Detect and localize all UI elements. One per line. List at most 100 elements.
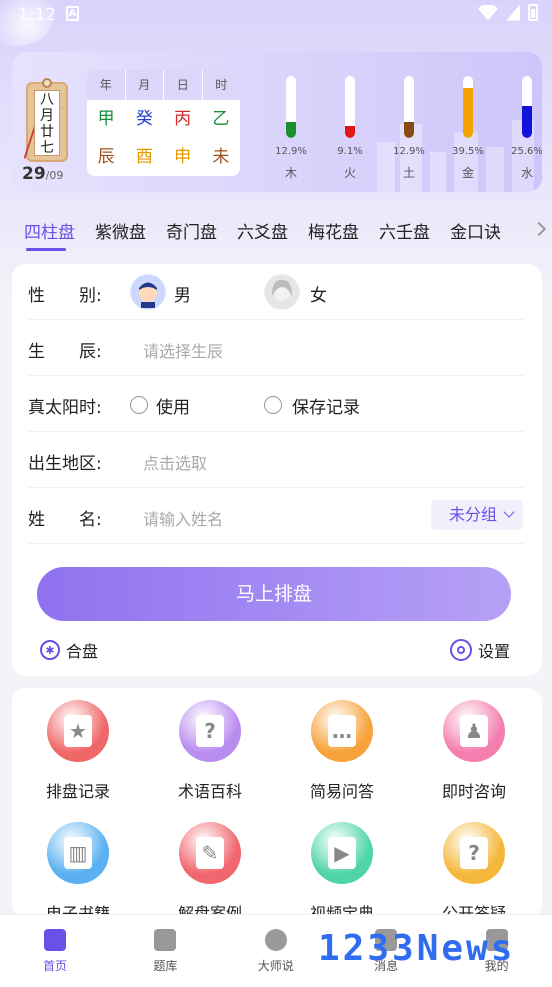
tab-0[interactable]: 四柱盘 — [24, 218, 75, 252]
bazi-header-0: 年 — [87, 70, 126, 100]
feature-grid: ★ 排盘记录? 术语百科 … 简易问答 ♟ 即时咨询 ▥ 电子书籍 ✎ 解盘案例 ▶ 视频宝典? 公开答疑 — [12, 688, 542, 918]
hepan-label: 合盘 — [66, 642, 99, 661]
group-dropdown[interactable]: 未分组 — [431, 500, 523, 530]
feature-item-4[interactable]: ▥ 电子书籍 — [12, 810, 144, 918]
feature-icon: ▥ — [47, 822, 109, 884]
gear-icon — [449, 639, 472, 661]
birth-place-row[interactable]: 出生地区: 点击选取 — [28, 432, 524, 488]
element-percent: 9.1% — [337, 146, 363, 157]
tab-2[interactable]: 奇门盘 — [166, 218, 217, 252]
tab-3[interactable]: 六爻盘 — [237, 218, 288, 252]
feature-glyph: ? — [460, 837, 488, 869]
battery-icon — [528, 4, 538, 21]
feature-item-1[interactable]: ? 术语百科 — [144, 688, 276, 802]
tab-1[interactable]: 紫微盘 — [95, 218, 146, 252]
element-name: 金 — [461, 166, 474, 180]
tab-5[interactable]: 六壬盘 — [379, 218, 430, 252]
feature-glyph: ★ — [64, 715, 92, 747]
birth-info-form: 性 别: 男 女 生 辰: 请选择生辰 真太阳时: 使用 保存记录 出生地区: … — [12, 264, 542, 676]
settings-button[interactable]: 设置 — [449, 638, 510, 662]
birth-place-input[interactable]: 点击选取 — [143, 450, 207, 474]
lunar-date-tag: 八月廿七 — [23, 78, 69, 167]
feature-item-3[interactable]: ♟ 即时咨询 — [408, 688, 540, 802]
tab-6[interactable]: 金口诀 — [450, 218, 501, 252]
feature-item-2[interactable]: … 简易问答 — [276, 688, 408, 802]
feature-item-5[interactable]: ✎ 解盘案例 — [144, 810, 276, 918]
birth-time-input[interactable]: 请选择生辰 — [143, 338, 223, 362]
element-tube — [286, 76, 296, 138]
feature-label: 术语百科 — [177, 782, 242, 801]
hepan-icon: ✱ — [40, 640, 60, 660]
element-name: 火 — [343, 166, 356, 180]
birth-place-label: 出生地区: — [28, 454, 102, 474]
home-icon — [44, 929, 66, 951]
settings-label: 设置 — [477, 642, 510, 661]
feature-glyph: ♟ — [460, 715, 488, 747]
feature-label: 简易问答 — [309, 782, 374, 801]
feature-item-7[interactable]: ? 公开答疑 — [408, 810, 540, 918]
feature-glyph: ? — [196, 715, 224, 747]
element-name: 水 — [520, 166, 533, 180]
feature-icon: ★ — [47, 700, 109, 762]
feature-item-0[interactable]: ★ 排盘记录 — [12, 688, 144, 802]
element-name: 木 — [284, 166, 297, 180]
save-record-label[interactable]: 保存记录 — [292, 393, 360, 418]
notification-icon: A — [66, 6, 79, 21]
nav-item-1[interactable]: 题库 — [110, 925, 220, 974]
save-record-radio[interactable] — [264, 396, 282, 414]
bazi-branch-row: 辰酉 申未 — [87, 138, 240, 176]
nav-item-0[interactable]: 首页 — [0, 925, 110, 974]
watermark: 1233News — [318, 928, 516, 969]
element-fill — [345, 126, 355, 138]
signal-icon — [506, 4, 520, 21]
element-percent: 12.9% — [393, 146, 425, 157]
bazi-stem-2: 丙 — [174, 109, 192, 129]
feature-icon: ▶ — [311, 822, 373, 884]
male-avatar-icon[interactable] — [130, 274, 166, 310]
nav-label: 题库 — [153, 959, 178, 973]
solar-date: 29/09 — [22, 164, 63, 184]
feature-label: 即时咨询 — [441, 782, 506, 801]
male-option[interactable]: 男 — [174, 281, 191, 306]
start-chart-button[interactable]: 马上排盘 — [37, 567, 511, 621]
feature-glyph: ✎ — [196, 837, 224, 869]
bazi-header-1: 月 — [126, 70, 164, 100]
solar-time-label: 真太阳时: — [28, 398, 102, 418]
feature-glyph: ▶ — [328, 837, 356, 869]
birth-time-label: 生 辰: — [28, 342, 102, 362]
feature-icon: ? — [179, 700, 241, 762]
name-label: 姓 名: — [28, 510, 102, 530]
element-percent: 25.6% — [511, 146, 542, 157]
nav-item-2[interactable]: 大师说 — [221, 925, 331, 974]
five-elements-chart: 12.9% 木 9.1% 火 12.9% 土 39.5% 金 25.6% 水 — [260, 74, 542, 186]
tag-hole — [42, 78, 52, 88]
element-fill — [522, 106, 532, 138]
bazi-stem-row: 甲癸 丙乙 — [87, 100, 240, 138]
status-bar: 1:12 A — [0, 0, 552, 30]
feature-glyph: … — [328, 715, 356, 747]
female-avatar-icon[interactable] — [264, 274, 300, 310]
use-label[interactable]: 使用 — [156, 393, 190, 418]
bazi-stem-1: 癸 — [135, 109, 153, 129]
feature-icon: ? — [443, 822, 505, 884]
female-option[interactable]: 女 — [310, 281, 327, 306]
feature-label: 排盘记录 — [45, 782, 110, 801]
solar-month: /09 — [45, 169, 64, 182]
solar-time-row: 真太阳时: 使用 保存记录 — [28, 376, 524, 432]
element-tube — [345, 76, 355, 138]
hepan-button[interactable]: ✱ 合盘 — [40, 638, 98, 662]
chart-type-tabs: 四柱盘 紫微盘 奇门盘 六爻盘 梅花盘 六壬盘 金口诀 — [24, 218, 552, 252]
element-tube — [404, 76, 414, 138]
name-row: 姓 名: 请输入姓名 未分组 — [28, 488, 524, 544]
element-fill — [286, 122, 296, 138]
name-input[interactable]: 请输入姓名 — [143, 506, 223, 530]
element-fill — [463, 88, 473, 138]
feature-glyph: ▥ — [64, 837, 92, 869]
use-radio[interactable] — [130, 396, 148, 414]
bazi-header-2: 日 — [164, 70, 203, 100]
feature-item-6[interactable]: ▶ 视频宝典 — [276, 810, 408, 918]
tab-4[interactable]: 梅花盘 — [308, 218, 359, 252]
birth-time-row[interactable]: 生 辰: 请选择生辰 — [28, 320, 524, 376]
element-tube — [522, 76, 532, 138]
bazi-summary-card[interactable]: 八月廿七 29/09 年月日时 甲癸丙乙 辰酉申未 12.9% 木 9.1% 火 12.… — [12, 52, 542, 192]
